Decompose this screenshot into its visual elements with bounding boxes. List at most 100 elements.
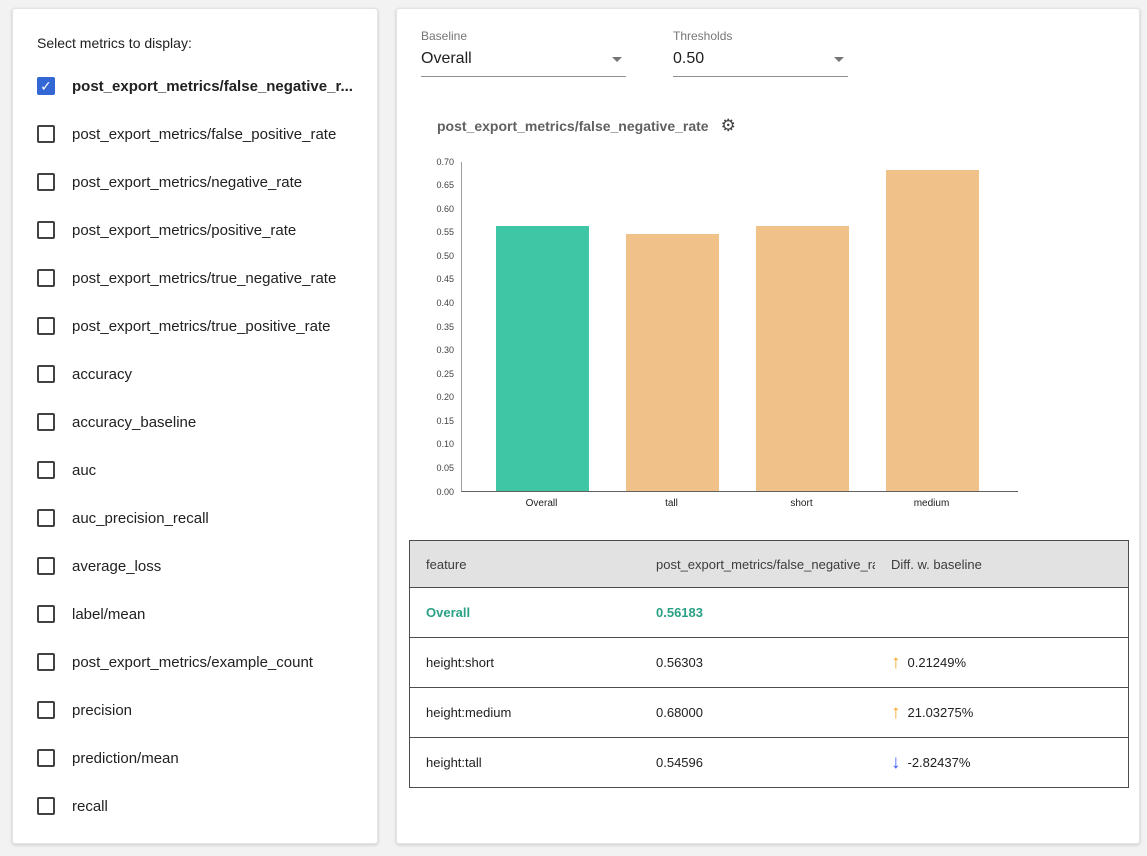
down-arrow-icon: ↓ (891, 753, 901, 772)
metric-item-post-export-metrics-positive-rate[interactable]: post_export_metrics/positive_rate (37, 206, 359, 254)
baseline-select[interactable]: Baseline Overall (421, 29, 626, 77)
metric-item-accuracy[interactable]: accuracy (37, 350, 359, 398)
x-axis-label: short (755, 498, 848, 509)
metric-item-auc[interactable]: auc (37, 446, 359, 494)
diff-cell: ↑21.03275% (875, 703, 1128, 722)
checkbox-unchecked[interactable] (37, 173, 55, 191)
table-row-height-tall[interactable]: height:tall0.54596↓-2.82437% (410, 737, 1128, 787)
diff-cell: ↑ 0.21249% (875, 653, 1128, 672)
y-tick-label: 0.45 (436, 275, 454, 284)
table-header-cell: post_export_metrics/false_negative_rat..… (640, 557, 875, 572)
metric-label: post_export_metrics/negative_rate (72, 174, 302, 191)
y-tick-label: 0.10 (436, 440, 454, 449)
table-row-overall[interactable]: Overall0.56183 (410, 587, 1128, 637)
y-tick-label: 0.65 (436, 181, 454, 190)
checkbox-unchecked[interactable] (37, 509, 55, 527)
y-tick-label: 0.35 (436, 323, 454, 332)
feature-cell: height:medium (410, 705, 640, 720)
table-header-cell: Diff. w. baseline (875, 557, 1128, 572)
metric-label: post_export_metrics/positive_rate (72, 222, 296, 239)
checkbox-unchecked[interactable] (37, 701, 55, 719)
metric-item-post-export-metrics-false-negative-r[interactable]: ✓ post_export_metrics/false_negative_r... (37, 62, 359, 110)
metric-label: precision (72, 702, 132, 719)
metric-label: post_export_metrics/true_positive_rate (72, 318, 330, 335)
metrics-select-panel: Select metrics to display: ✓ post_export_… (12, 8, 378, 844)
feature-cell: height:short (410, 655, 640, 670)
checkbox-unchecked[interactable] (37, 269, 55, 287)
bar-overall[interactable] (496, 226, 589, 491)
bar-medium[interactable] (886, 170, 979, 491)
metric-item-average-loss[interactable]: average_loss (37, 542, 359, 590)
metric-item-precision[interactable]: precision (37, 686, 359, 734)
baseline-value-row[interactable]: Overall (421, 50, 626, 77)
metric-item-accuracy-baseline[interactable]: accuracy_baseline (37, 398, 359, 446)
diff-value: 0.21249% (908, 655, 967, 670)
baseline-label: Baseline (421, 29, 626, 43)
bar-chart: 0.000.050.100.150.200.250.300.350.400.45… (421, 162, 1115, 518)
metric-label: accuracy (72, 366, 132, 383)
metric-value-cell: 0.56303 (640, 655, 875, 670)
table-header-cell: feature (410, 557, 640, 572)
bar-short[interactable] (756, 226, 849, 491)
checkbox-unchecked[interactable] (37, 605, 55, 623)
table-row-height-medium[interactable]: height:medium0.68000↑21.03275% (410, 687, 1128, 737)
bar-tall[interactable] (626, 234, 719, 491)
y-tick-label: 0.70 (436, 158, 454, 167)
metric-label: post_export_metrics/false_negative_r... (72, 78, 353, 95)
metric-item-auc-precision-recall[interactable]: auc_precision_recall (37, 494, 359, 542)
plot-area (461, 162, 1018, 492)
baseline-value: Overall (421, 50, 472, 68)
metric-value-cell: 0.68000 (640, 705, 875, 720)
y-tick-label: 0.55 (436, 228, 454, 237)
metric-list: ✓ post_export_metrics/false_negative_r...… (37, 62, 359, 830)
metrics-table: featurepost_export_metrics/false_negativ… (409, 540, 1129, 788)
feature-cell: height:tall (410, 755, 640, 770)
x-axis-label: tall (625, 498, 718, 509)
checkbox-unchecked[interactable] (37, 653, 55, 671)
checkbox-unchecked[interactable] (37, 749, 55, 767)
table-row-height-short[interactable]: height:short0.56303 ↑ 0.21249% (410, 637, 1128, 687)
gear-icon[interactable]: ⚙ (721, 117, 736, 134)
y-tick-label: 0.60 (436, 205, 454, 214)
metric-item-post-export-metrics-true-positive-rate[interactable]: post_export_metrics/true_positive_rate (37, 302, 359, 350)
checkbox-checked[interactable]: ✓ (37, 77, 55, 95)
metric-item-post-export-metrics-false-positive-rate[interactable]: post_export_metrics/false_positive_rate (37, 110, 359, 158)
y-axis: 0.000.050.100.150.200.250.300.350.400.45… (421, 162, 459, 492)
analysis-panel: Baseline Overall Thresholds 0.50 post_ex… (396, 8, 1140, 844)
up-arrow-icon: ↑ (891, 703, 901, 722)
metric-item-label-mean[interactable]: label/mean (37, 590, 359, 638)
metric-item-recall[interactable]: recall (37, 782, 359, 830)
thresholds-value-row[interactable]: 0.50 (673, 50, 848, 77)
chevron-down-icon (612, 57, 622, 62)
check-icon: ✓ (40, 79, 52, 93)
checkbox-unchecked[interactable] (37, 365, 55, 383)
checkbox-unchecked[interactable] (37, 557, 55, 575)
thresholds-value: 0.50 (673, 50, 704, 68)
metric-item-post-export-metrics-negative-rate[interactable]: post_export_metrics/negative_rate (37, 158, 359, 206)
checkbox-unchecked[interactable] (37, 461, 55, 479)
diff-cell: ↓-2.82437% (875, 753, 1128, 772)
checkbox-unchecked[interactable] (37, 317, 55, 335)
feature-cell: Overall (410, 605, 640, 620)
thresholds-select[interactable]: Thresholds 0.50 (673, 29, 848, 77)
metric-item-post-export-metrics-true-negative-rate[interactable]: post_export_metrics/true_negative_rate (37, 254, 359, 302)
metric-label: auc_precision_recall (72, 510, 209, 527)
thresholds-label: Thresholds (673, 29, 848, 43)
y-tick-label: 0.25 (436, 370, 454, 379)
metric-item-prediction-mean[interactable]: prediction/mean (37, 734, 359, 782)
chevron-down-icon (834, 57, 844, 62)
metric-item-post-export-metrics-example-count[interactable]: post_export_metrics/example_count (37, 638, 359, 686)
checkbox-unchecked[interactable] (37, 221, 55, 239)
chart-title: post_export_metrics/false_negative_rate (437, 118, 709, 134)
controls-row: Baseline Overall Thresholds 0.50 (421, 29, 1115, 77)
checkbox-unchecked[interactable] (37, 125, 55, 143)
up-arrow-icon: ↑ (891, 653, 901, 672)
y-tick-label: 0.15 (436, 417, 454, 426)
checkbox-unchecked[interactable] (37, 797, 55, 815)
checkbox-unchecked[interactable] (37, 413, 55, 431)
metric-value-cell: 0.54596 (640, 755, 875, 770)
metrics-panel-title: Select metrics to display: (37, 35, 359, 51)
metric-label: average_loss (72, 558, 161, 575)
y-tick-label: 0.05 (436, 464, 454, 473)
y-tick-label: 0.30 (436, 346, 454, 355)
